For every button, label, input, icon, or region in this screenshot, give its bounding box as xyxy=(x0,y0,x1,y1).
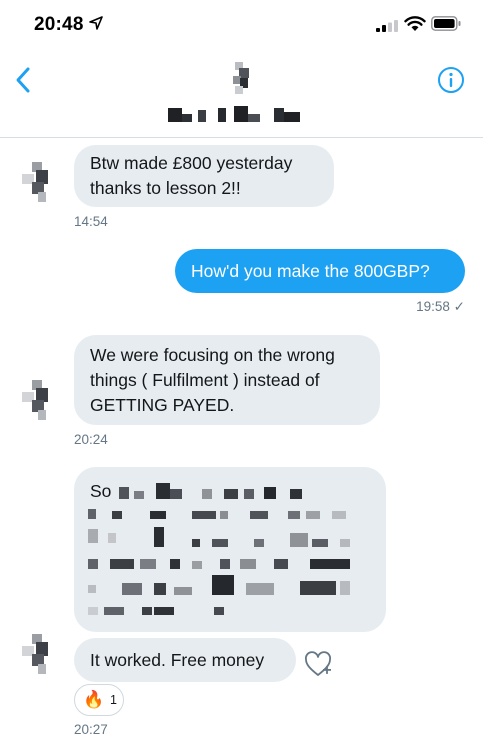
location-arrow-icon xyxy=(89,16,103,30)
sender-avatar[interactable] xyxy=(22,634,50,674)
wifi-icon xyxy=(404,16,426,31)
message-line: Btw made £800 yesterday xyxy=(90,153,293,173)
signal-icon xyxy=(376,20,398,32)
message-line: We were focusing on the wrong xyxy=(90,345,335,365)
add-reaction-heart-icon[interactable] xyxy=(303,650,333,680)
message-bubble-incoming[interactable]: It worked. Free money xyxy=(74,638,296,682)
message-timestamp-read: 19:58 ✓ xyxy=(416,299,465,314)
message-line: thanks to lesson 2!! xyxy=(90,178,241,198)
status-bar: 20:48 xyxy=(0,0,483,44)
message-line: How'd you make the 800GBP? xyxy=(191,261,430,281)
contact-name xyxy=(168,106,300,122)
message-bubble-incoming[interactable]: Btw made £800 yesterday thanks to lesson… xyxy=(74,145,334,207)
status-time: 20:48 xyxy=(34,14,84,35)
sender-avatar[interactable] xyxy=(22,162,50,202)
reaction-count: 1 xyxy=(110,693,117,707)
fire-emoji-icon: 🔥 xyxy=(83,690,105,709)
redacted-text xyxy=(88,483,350,615)
info-icon[interactable] xyxy=(437,66,465,94)
battery-icon xyxy=(431,16,461,31)
back-chevron-icon[interactable] xyxy=(14,66,34,94)
contact-avatar[interactable] xyxy=(231,62,251,94)
message-line: It worked. Free money xyxy=(90,650,265,670)
reaction-chip[interactable]: 🔥 1 xyxy=(74,684,124,716)
message-timestamp: 20:27 xyxy=(74,722,108,737)
message-timestamp: 20:24 xyxy=(74,432,108,447)
message-timestamp: 14:54 xyxy=(74,214,108,229)
message-line: GETTING PAYED. xyxy=(90,395,235,415)
conversation-header xyxy=(0,44,483,138)
message-bubble-incoming[interactable]: We were focusing on the wrong things ( F… xyxy=(74,335,380,425)
message-bubble-incoming-redacted[interactable]: So xyxy=(74,467,386,632)
message-bubble-outgoing[interactable]: How'd you make the 800GBP? xyxy=(175,249,465,293)
message-line: things ( Fulfilment ) instead of xyxy=(90,370,320,390)
sender-avatar[interactable] xyxy=(22,380,50,420)
